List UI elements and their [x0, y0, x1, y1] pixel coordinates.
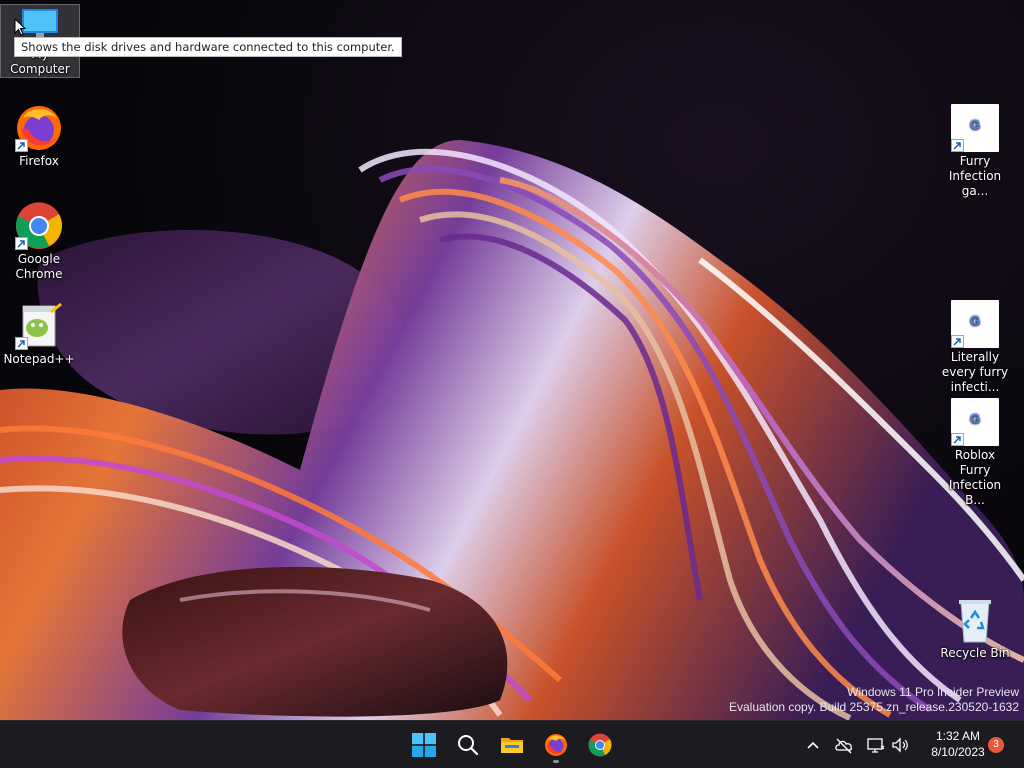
start-button[interactable]	[404, 725, 444, 765]
shortcut-arrow-icon	[951, 433, 964, 446]
google-g-icon: G	[969, 411, 981, 426]
network-icon[interactable]	[866, 735, 886, 755]
shortcut-arrow-icon	[15, 237, 28, 250]
google-doc-icon: G	[951, 104, 999, 152]
clock-time: 1:32 AM	[935, 729, 981, 743]
chrome-icon	[15, 202, 63, 250]
tooltip: Shows the disk drives and hardware conne…	[14, 37, 402, 57]
wallpaper	[0, 140, 1024, 720]
onedrive-icon[interactable]	[834, 735, 854, 755]
chevron-up-icon[interactable]	[803, 735, 823, 755]
google-g-icon: G	[969, 313, 981, 328]
running-indicator	[553, 760, 559, 763]
desktop-icon-label: Recycle Bin	[940, 646, 1010, 660]
taskbar: 1:32 AM 8/10/2023 3	[0, 720, 1024, 768]
firefox-icon	[15, 104, 63, 152]
chrome-icon	[588, 733, 612, 757]
desktop-icon-notepadpp[interactable]: Notepad++	[0, 302, 78, 367]
mouse-cursor-icon	[14, 18, 26, 36]
taskbar-firefox-button[interactable]	[536, 725, 576, 765]
notepadpp-icon	[15, 302, 63, 350]
desktop-icon-label: Literally every furry infecti...	[941, 350, 1009, 394]
search-icon	[458, 735, 479, 756]
windows-watermark: Windows 11 Pro Insider Preview Evaluatio…	[729, 685, 1019, 715]
google-doc-icon: G	[951, 300, 999, 348]
watermark-line1: Windows 11 Pro Insider Preview	[847, 685, 1019, 699]
recycle-bin-icon	[951, 596, 999, 644]
desktop-icon-label: Notepad++	[3, 352, 75, 366]
desktop-icon-label: Furry Infection ga...	[948, 154, 1002, 198]
clock-date: 8/10/2023	[931, 745, 985, 759]
google-doc-icon: G	[951, 398, 999, 446]
desktop-icon-roblox-furry-infection[interactable]: G Roblox Furry Infection B...	[936, 398, 1014, 508]
notification-badge[interactable]: 3	[988, 737, 1004, 753]
volume-icon[interactable]	[890, 735, 910, 755]
shortcut-arrow-icon	[951, 335, 964, 348]
desktop-icon-literally-every-furry[interactable]: G Literally every furry infecti...	[936, 300, 1014, 395]
desktop-icon-recycle-bin[interactable]: Recycle Bin	[936, 596, 1014, 661]
desktop-icon-label: Roblox Furry Infection B...	[948, 448, 1002, 507]
desktop-icon-firefox[interactable]: Firefox	[0, 104, 78, 169]
watermark-line2: Evaluation copy. Build 25375.zn_release.…	[729, 700, 1019, 714]
desktop-icon-label: Google Chrome	[15, 252, 63, 281]
file-explorer-button[interactable]	[492, 725, 532, 765]
windows-start-icon	[412, 733, 436, 757]
folder-icon	[501, 738, 523, 753]
clock[interactable]: 1:32 AM 8/10/2023	[918, 728, 998, 760]
desktop-icon-label: Firefox	[19, 154, 59, 168]
shortcut-arrow-icon	[15, 337, 28, 350]
desktop[interactable]: My Computer Firefox	[0, 0, 1024, 720]
shortcut-arrow-icon	[951, 139, 964, 152]
shortcut-arrow-icon	[15, 139, 28, 152]
desktop-icon-google-chrome[interactable]: Google Chrome	[0, 202, 78, 282]
google-g-icon: G	[969, 117, 981, 132]
firefox-icon	[545, 734, 567, 756]
search-button[interactable]	[448, 725, 488, 765]
taskbar-chrome-button[interactable]	[580, 725, 620, 765]
desktop-icon-furry-infection-game[interactable]: G Furry Infection ga...	[936, 104, 1014, 199]
